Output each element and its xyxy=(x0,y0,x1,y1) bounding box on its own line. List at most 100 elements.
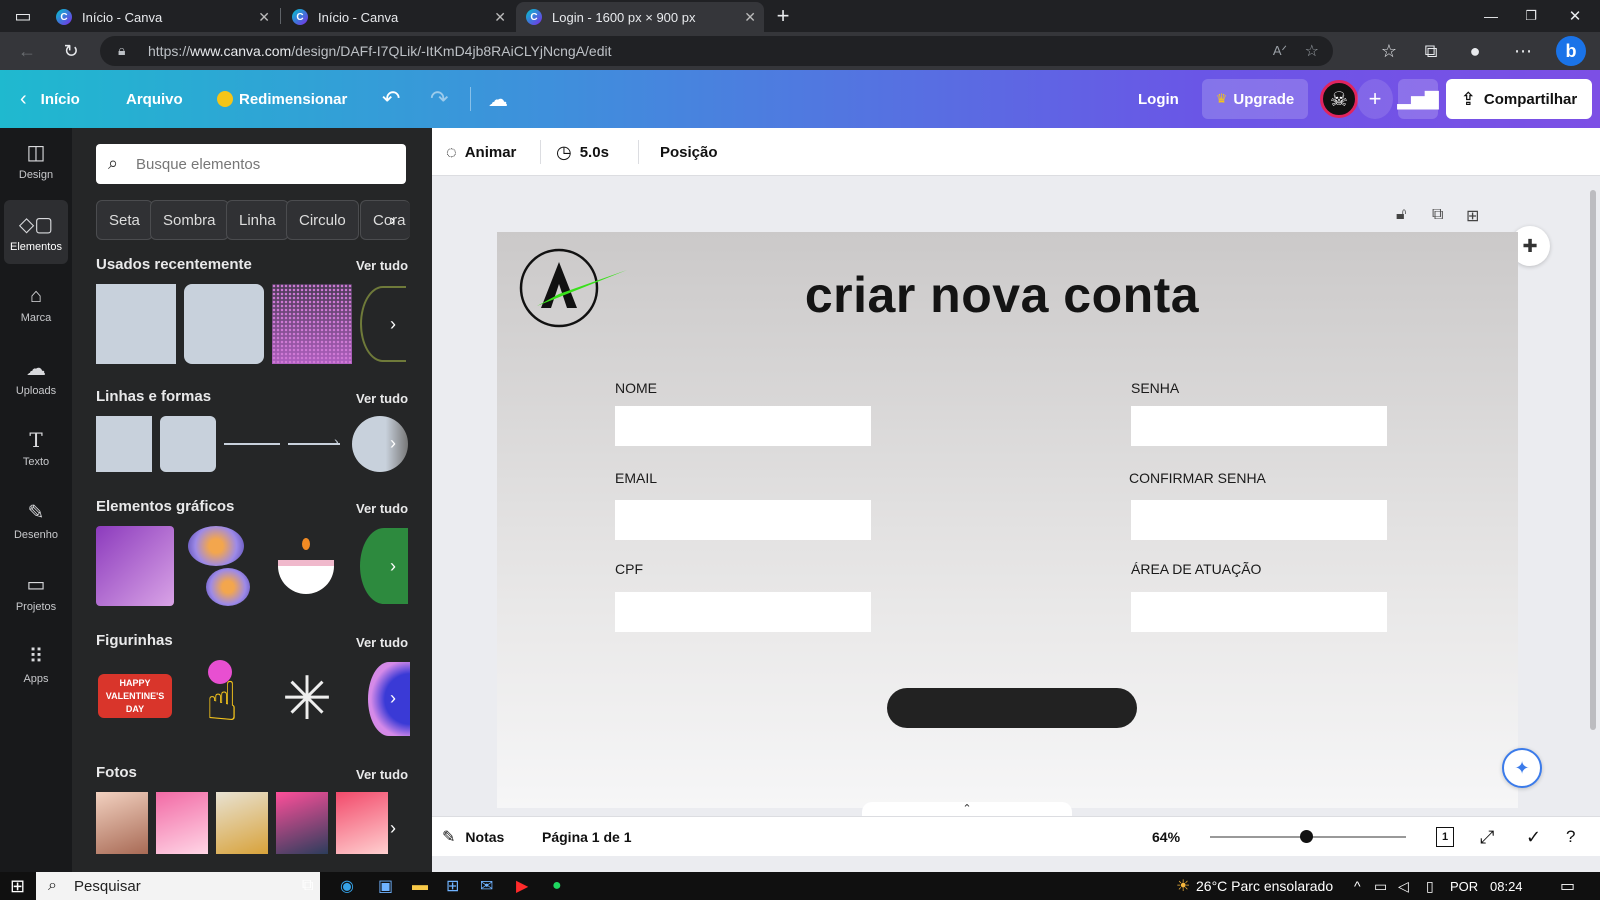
youtube-icon[interactable]: ▶ xyxy=(516,872,528,900)
resize-button[interactable]: Redimensionar xyxy=(217,70,347,128)
shape-circle-thumb[interactable] xyxy=(352,416,408,472)
rail-item-apps[interactable]: ⠿ Apps xyxy=(4,632,68,696)
windows-start-icon[interactable]: ⊞ xyxy=(10,872,25,900)
chevron-right-icon[interactable]: › xyxy=(390,433,396,454)
rail-item-text[interactable]: T Texto xyxy=(4,416,68,480)
chevron-up-icon[interactable]: ⌃ xyxy=(862,802,1072,816)
add-collaborator-button[interactable]: + xyxy=(1357,79,1393,119)
home-button[interactable]: ‹ Início xyxy=(20,70,80,128)
area-field[interactable] xyxy=(1131,592,1387,632)
rail-item-projects[interactable]: ▭ Projetos xyxy=(4,560,68,624)
photo-thumb[interactable] xyxy=(336,792,388,854)
duplicate-page-icon[interactable]: ⧉ xyxy=(1432,206,1443,224)
read-aloud-icon[interactable]: Aᐟ xyxy=(1273,43,1287,59)
photo-thumb[interactable] xyxy=(156,792,208,854)
graphic-leaf-thumb[interactable] xyxy=(360,528,408,604)
design-page[interactable]: criar nova conta NOME SENHA EMAIL CONFIR… xyxy=(497,232,1518,808)
chevron-right-icon[interactable]: › xyxy=(390,556,396,577)
email-field[interactable] xyxy=(615,500,871,540)
insights-chart-icon[interactable]: ▂▅▇ xyxy=(1397,79,1439,119)
file-menu-button[interactable]: Arquivo xyxy=(126,70,183,128)
sticker-flower-thumb[interactable] xyxy=(368,662,410,736)
chevron-right-icon[interactable]: › xyxy=(390,314,396,335)
new-tab-button[interactable]: + xyxy=(770,3,796,29)
confirm-password-field[interactable] xyxy=(1131,500,1387,540)
chip-arrow[interactable]: Seta xyxy=(96,200,153,240)
photo-thumb[interactable] xyxy=(216,792,268,854)
sticker-valentines-thumb[interactable]: HAPPY VALENTINE'S DAY xyxy=(98,674,172,718)
tab-actions-icon[interactable]: ▭ xyxy=(10,3,36,29)
recent-globe-thumb[interactable] xyxy=(360,286,406,362)
see-all-link[interactable]: Ver tudo xyxy=(356,635,408,650)
close-icon[interactable]: ✕ xyxy=(494,9,506,26)
browser-tab[interactable]: C Início - Canva ✕ xyxy=(46,2,278,32)
recent-square-thumb[interactable] xyxy=(96,284,176,364)
tray-chevron-icon[interactable]: ^ xyxy=(1354,872,1361,900)
more-menu-icon[interactable]: ⋯ xyxy=(1510,38,1536,64)
clock[interactable]: 08:24 xyxy=(1490,872,1523,900)
cloud-saved-icon[interactable]: ☁ xyxy=(488,70,508,128)
sticker-sparkle-burst-thumb[interactable]: ✳ xyxy=(268,664,346,734)
add-page-icon[interactable]: ⊞ xyxy=(1466,206,1479,226)
close-icon[interactable]: ✕ xyxy=(258,9,270,26)
task-view-icon[interactable]: ⧉ xyxy=(302,872,313,900)
bing-icon[interactable]: b xyxy=(1556,36,1586,66)
back-icon[interactable]: ← xyxy=(14,38,40,64)
shape-square-thumb[interactable] xyxy=(96,416,152,472)
photo-thumb[interactable] xyxy=(96,792,148,854)
check-circle-icon[interactable]: ✓ xyxy=(1526,817,1541,857)
chip-circle[interactable]: Circulo xyxy=(286,200,359,240)
see-all-link[interactable]: Ver tudo xyxy=(356,391,408,406)
collections-icon[interactable]: ⧉ xyxy=(1418,38,1444,64)
undo-icon[interactable]: ↶ xyxy=(382,70,400,128)
spotify-icon[interactable]: ● xyxy=(552,872,562,900)
file-explorer-icon[interactable]: ▬ xyxy=(412,872,428,900)
duration-button[interactable]: ◷ 5.0s xyxy=(556,128,609,176)
senha-field[interactable] xyxy=(1131,406,1387,446)
chevron-right-icon[interactable]: › xyxy=(390,818,396,839)
favorite-star-icon[interactable]: ☆ xyxy=(1305,41,1319,61)
shape-line-thumb[interactable] xyxy=(224,443,280,445)
pages-view-button[interactable]: 1 xyxy=(1436,817,1454,857)
favorites-icon[interactable]: ☆ xyxy=(1376,38,1402,64)
zoom-level[interactable]: 64% xyxy=(1152,817,1180,857)
chevron-right-icon[interactable]: › xyxy=(390,212,395,230)
recent-halftone-thumb[interactable] xyxy=(272,284,352,364)
rail-item-uploads[interactable]: ☁ Uploads xyxy=(4,344,68,408)
see-all-link[interactable]: Ver tudo xyxy=(356,258,408,273)
see-all-link[interactable]: Ver tudo xyxy=(356,501,408,516)
chip-heart[interactable]: Cora xyxy=(360,200,410,240)
window-close-icon[interactable]: ✕ xyxy=(1562,3,1588,29)
mail-icon[interactable]: ✉ xyxy=(480,872,493,900)
taskbar-search-input[interactable]: ⌕ Pesquisar xyxy=(36,872,320,900)
redo-icon[interactable]: ↷ xyxy=(430,70,448,128)
upgrade-button[interactable]: ♛ Upgrade xyxy=(1202,79,1308,119)
graphic-people-thumb[interactable] xyxy=(96,526,174,606)
chip-shadow[interactable]: Sombra xyxy=(150,200,229,240)
store-icon[interactable]: ▣ xyxy=(378,872,393,900)
restore-icon[interactable]: ❐ xyxy=(1518,3,1544,29)
cpf-field[interactable] xyxy=(615,592,871,632)
edge-browser-icon[interactable]: ◉ xyxy=(340,872,354,900)
browser-tab-active[interactable]: C Login - 1600 px × 900 px ✕ xyxy=(516,2,764,32)
shape-rounded-square-thumb[interactable] xyxy=(160,416,216,472)
login-button[interactable]: Login xyxy=(1138,70,1179,128)
notification-icon[interactable]: ▭ xyxy=(1560,872,1575,900)
lock-icon[interactable]: 🔓︎ xyxy=(1396,206,1406,224)
weather-status[interactable]: 26°C Parc ensolarado xyxy=(1196,872,1333,900)
reload-icon[interactable]: ↻ xyxy=(58,38,84,64)
network-icon[interactable]: ▭ xyxy=(1374,872,1387,900)
graphic-flower-thumb[interactable] xyxy=(188,526,244,566)
photo-thumb[interactable] xyxy=(276,792,328,854)
position-button[interactable]: Posição xyxy=(660,128,718,176)
rail-item-design[interactable]: ◫ Design xyxy=(4,128,68,192)
browser-tab[interactable]: C Início - Canva ✕ xyxy=(282,2,514,32)
rail-item-elements[interactable]: ◇▢ Elementos xyxy=(4,200,68,264)
avatar[interactable]: ☠ xyxy=(1320,80,1358,118)
chip-line[interactable]: Linha xyxy=(226,200,289,240)
notes-button[interactable]: ✎ Notas xyxy=(442,817,504,857)
recent-rounded-square-thumb[interactable] xyxy=(184,284,264,364)
graphic-flower-thumb[interactable] xyxy=(206,568,250,606)
volume-icon[interactable]: ◁ xyxy=(1398,872,1409,900)
help-icon[interactable]: ? xyxy=(1566,817,1575,857)
